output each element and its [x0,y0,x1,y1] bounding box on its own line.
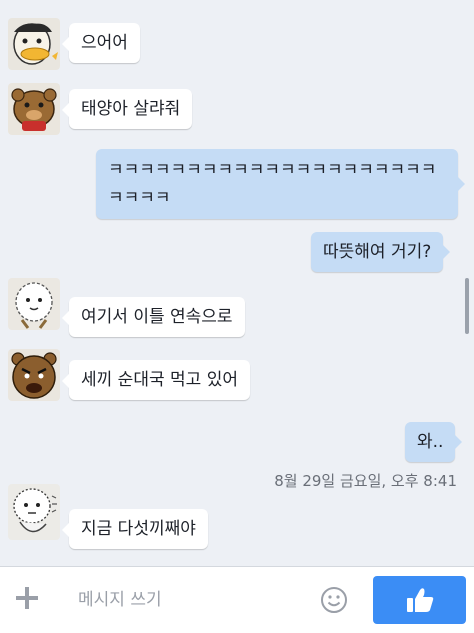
message-bubble-outgoing[interactable]: 와.. [405,422,463,462]
shivering-fluffy-sticker-avatar[interactable] [8,484,60,540]
message-bubble[interactable]: 여기서 이틀 연속으로 [62,297,245,337]
chat-scrollbar[interactable] [465,278,469,334]
message-text: 지금 다섯끼째야 [81,519,196,539]
chat-thread[interactable]: 으어어 태양아 살랴줘 ㅋㅋㅋㅋㅋㅋㅋㅋㅋㅋㅋㅋㅋㅋㅋㅋㅋㅋㅋㅋㅋㅋㅋㅋㅋ 따뜻… [0,0,474,566]
message-bubble-outgoing[interactable]: 따뜻해여 거기? [311,232,451,272]
angry-bear-sticker-avatar[interactable] [8,349,60,401]
message-bubble-outgoing[interactable]: ㅋㅋㅋㅋㅋㅋㅋㅋㅋㅋㅋㅋㅋㅋㅋㅋㅋㅋㅋㅋㅋㅋㅋㅋㅋ [96,149,465,219]
thumbs-up-icon [407,588,434,612]
brown-bear-sticker-avatar[interactable] [8,83,60,135]
message-input[interactable] [72,585,314,615]
message-bubble[interactable]: 으어어 [62,23,140,63]
message-text: 태양아 살랴줘 [81,99,181,119]
message-timestamp: 8월 29일 금요일, 오후 8:41 [274,472,457,490]
message-text: ㅋㅋㅋㅋㅋㅋㅋㅋㅋㅋㅋㅋㅋㅋㅋㅋㅋㅋㅋㅋㅋㅋㅋㅋㅋ [108,160,437,208]
white-fluffy-sticker-avatar[interactable] [8,278,60,330]
white-duck-sticker-avatar[interactable] [8,18,60,70]
message-text: 으어어 [81,33,128,53]
plus-icon[interactable] [14,585,40,617]
message-bubble[interactable]: 지금 다섯끼째야 [62,509,208,549]
message-text: 와.. [417,432,444,452]
like-send-button[interactable] [373,576,466,624]
message-bubble[interactable]: 세끼 순대국 먹고 있어 [62,360,250,400]
message-bubble[interactable]: 태양아 살랴줘 [61,89,193,129]
message-text: 여기서 이틀 연속으로 [81,307,233,327]
message-text: 세끼 순대국 먹고 있어 [81,370,238,390]
message-text: 따뜻해여 거기? [323,242,432,262]
smiley-icon[interactable] [320,586,348,614]
